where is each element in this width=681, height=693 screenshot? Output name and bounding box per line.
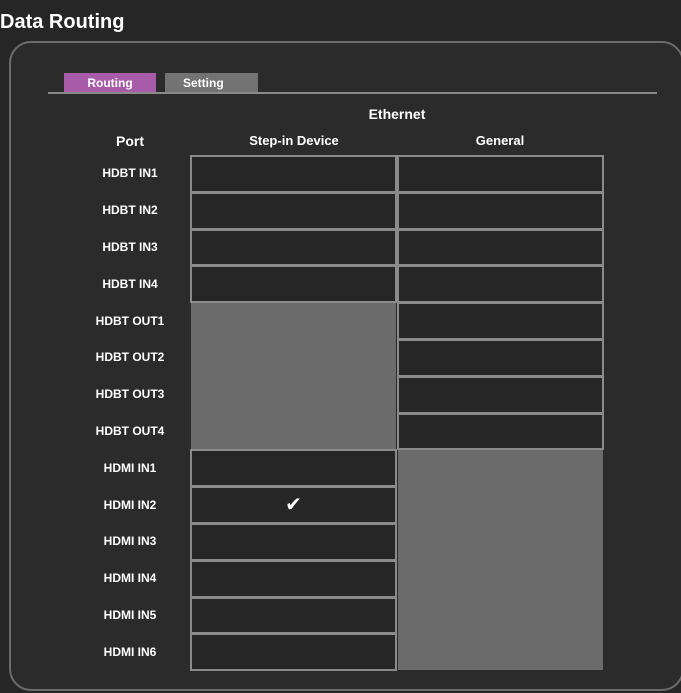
port-label: HDBT IN1 bbox=[102, 166, 158, 181]
page-title: Data Routing bbox=[0, 11, 125, 33]
tab-setting[interactable]: Setting bbox=[165, 73, 258, 93]
step-in-device-cell[interactable] bbox=[190, 559, 397, 598]
step-in-device-cell[interactable] bbox=[190, 191, 397, 230]
step-in-device-cell[interactable] bbox=[190, 449, 397, 488]
general-cell[interactable] bbox=[397, 339, 604, 377]
general-cell[interactable] bbox=[397, 412, 604, 451]
port-label: HDBT OUT3 bbox=[95, 387, 165, 402]
general-disabled-block bbox=[398, 449, 603, 671]
general-header: General bbox=[475, 133, 525, 148]
general-cell[interactable] bbox=[397, 302, 604, 340]
tab-divider bbox=[48, 92, 657, 94]
step_in-disabled-block bbox=[191, 302, 396, 450]
checkmark-icon: ✔ bbox=[285, 494, 302, 517]
step-in-device-cell[interactable] bbox=[190, 633, 397, 672]
step-in-device-cell[interactable] bbox=[190, 155, 397, 193]
port-label: HDMI IN5 bbox=[103, 608, 157, 622]
general-cell[interactable] bbox=[397, 155, 604, 193]
port-label: HDBT IN3 bbox=[102, 240, 158, 254]
general-cell[interactable] bbox=[397, 191, 604, 230]
port-label: HDBT IN4 bbox=[102, 276, 158, 291]
general-cell[interactable] bbox=[397, 228, 604, 267]
port-label: HDBT OUT2 bbox=[95, 350, 165, 365]
port-label: HDMI IN3 bbox=[103, 534, 157, 549]
step-in-device-cell[interactable]: ✔ bbox=[190, 486, 397, 524]
step-in-device-cell[interactable] bbox=[190, 523, 397, 561]
step-in-device-header: Step-in Device bbox=[249, 133, 339, 148]
general-cell[interactable] bbox=[397, 265, 604, 304]
port-label: HDBT OUT1 bbox=[95, 313, 165, 328]
ethernet-header: Ethernet bbox=[368, 106, 426, 122]
tab-routing[interactable]: Routing bbox=[64, 73, 156, 93]
routing-grid: ✔ bbox=[190, 155, 604, 672]
port-label: HDBT OUT4 bbox=[95, 424, 165, 438]
port-label: HDMI IN4 bbox=[103, 571, 157, 586]
port-header: Port bbox=[116, 133, 144, 149]
port-label: HDBT IN2 bbox=[102, 203, 158, 218]
step-in-device-cell[interactable] bbox=[190, 596, 397, 635]
step-in-device-cell[interactable] bbox=[190, 228, 397, 267]
general-cell[interactable] bbox=[397, 375, 604, 414]
port-label: HDMI IN2 bbox=[103, 497, 157, 512]
port-label: HDMI IN6 bbox=[103, 644, 157, 659]
step-in-device-cell[interactable] bbox=[190, 265, 397, 304]
port-label: HDMI IN1 bbox=[103, 460, 157, 475]
